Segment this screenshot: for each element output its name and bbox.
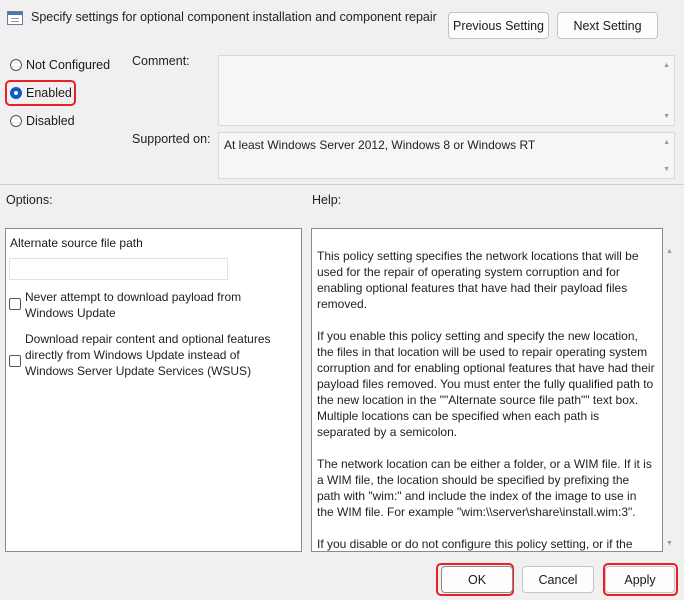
enabled-highlight [5,80,76,106]
previous-setting-button[interactable]: Previous Setting [448,12,549,39]
help-text: This policy setting specifies the networ… [317,248,655,551]
options-heading: Options: [6,193,53,207]
download-from-windows-update-checkbox[interactable] [9,355,21,367]
help-panel: This policy setting specifies the networ… [311,228,663,552]
scroll-down-arrow-icon[interactable]: ▼ [663,166,670,173]
never-download-label: Never attempt to download payload from W… [25,290,242,320]
download-from-windows-update-label: Download repair content and optional fea… [25,332,271,378]
radio-indicator [10,115,22,127]
help-heading: Help: [312,193,342,207]
scroll-up-arrow-icon[interactable]: ▲ [666,248,673,255]
scroll-up-arrow-icon[interactable]: ▲ [663,139,670,146]
disabled-label: Disabled [26,114,75,128]
alternate-source-label: Alternate source file path [10,236,143,250]
not-configured-radio[interactable]: Not Configured [10,58,110,72]
help-paragraph: If you enable this policy setting and sp… [317,329,655,439]
not-configured-label: Not Configured [26,58,111,72]
next-setting-button[interactable]: Next Setting [557,12,658,39]
apply-button[interactable]: Apply [605,566,675,593]
comment-label: Comment: [132,54,190,68]
scroll-down-arrow-icon[interactable]: ▼ [663,113,670,120]
alternate-source-input[interactable] [9,258,228,280]
disabled-radio[interactable]: Disabled [10,114,75,128]
radio-indicator [10,59,22,71]
section-divider [0,184,684,185]
dialog-title: Specify settings for optional component … [31,10,437,24]
help-paragraph: If you disable or do not configure this … [317,537,633,551]
help-paragraph: The network location can be either a fol… [317,457,652,519]
policy-setting-icon [7,11,23,25]
never-download-checkbox[interactable] [9,298,21,310]
help-paragraph: This policy setting specifies the networ… [317,249,639,311]
scroll-down-arrow-icon[interactable]: ▼ [666,540,673,547]
help-scrollbar[interactable]: ▲ ▼ [663,228,676,552]
supported-on-label: Supported on: [132,132,211,146]
cancel-button[interactable]: Cancel [522,566,594,593]
supported-on-value: At least Windows Server 2012, Windows 8 … [224,138,536,152]
comment-textarea[interactable]: ▲ ▼ [218,55,675,126]
ok-button[interactable]: OK [441,566,513,593]
scroll-up-arrow-icon[interactable]: ▲ [663,62,670,69]
